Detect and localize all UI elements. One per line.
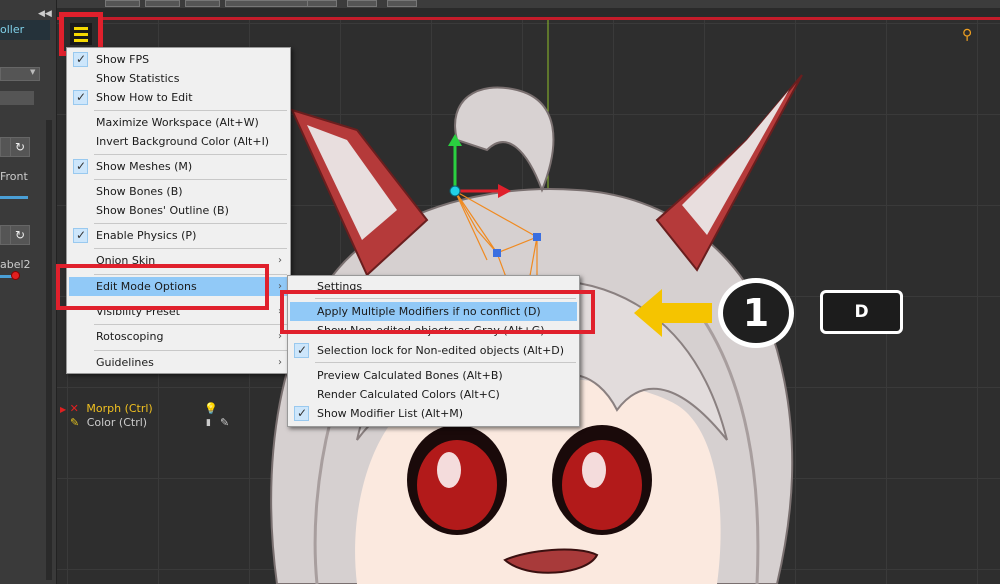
menu-item-label: Enable Physics (P) [96, 229, 197, 242]
checkmark-icon [294, 404, 309, 423]
menu-item-label: Show FPS [96, 53, 150, 66]
menu-separator [94, 324, 287, 325]
toolbar-button[interactable] [387, 0, 417, 7]
menu-item-label: Show Meshes (M) [96, 160, 193, 173]
menu-item-label: Render Calculated Colors (Alt+C) [317, 388, 500, 401]
view-options-menu: Show FPS Show Statistics Show How to Edit M… [66, 47, 291, 374]
menu-item-render-calculated-colors-alt-c[interactable]: Render Calculated Colors (Alt+C) [290, 385, 577, 404]
collapse-panel-button[interactable]: ◀◀ [38, 9, 52, 19]
toolbar-button[interactable] [185, 0, 220, 7]
top-toolbar [57, 0, 1000, 8]
checkmark-icon [73, 50, 88, 69]
menu-item-label: Show Modifier List (Alt+M) [317, 407, 464, 420]
morph-icon: ✕ [69, 402, 79, 415]
menu-item-label: Preview Calculated Bones (Alt+B) [317, 369, 503, 382]
menu-item-enable-physics-p[interactable]: Enable Physics (P) [69, 226, 288, 245]
menu-item-invert-background-color-alt-i[interactable]: Invert Background Color (Alt+I) [69, 132, 288, 151]
menu-item-preview-calculated-bones-alt-b[interactable]: Preview Calculated Bones (Alt+B) [290, 366, 577, 385]
menu-item-show-modifier-list-alt-m[interactable]: Show Modifier List (Alt+M) [290, 404, 577, 423]
bone-tool-icon[interactable]: ⚲ [962, 27, 972, 43]
checkmark-icon [73, 226, 88, 245]
menu-item-label: Maximize Workspace (Alt+W) [96, 116, 259, 129]
menu-separator [94, 154, 287, 155]
menu-item-show-bones-b[interactable]: Show Bones (B) [69, 182, 288, 201]
chevron-right-icon: › [278, 357, 282, 368]
menu-separator [315, 362, 576, 363]
menu-separator [94, 179, 287, 180]
expand-arrow-icon[interactable]: ▶ [60, 405, 66, 414]
menu-separator [94, 110, 287, 111]
reset-icon[interactable]: ↻ [10, 137, 30, 157]
menu-item-rotoscoping[interactable]: Rotoscoping › [69, 327, 288, 346]
highlight-box-apply-modifiers [280, 290, 595, 334]
color-row[interactable]: ✎ Color (Ctrl) ▮ ✎ [60, 416, 229, 430]
menu-item-maximize-workspace-alt-w[interactable]: Maximize Workspace (Alt+W) [69, 113, 288, 132]
menu-item-label: Invert Background Color (Alt+I) [96, 135, 270, 148]
chevron-right-icon: › [278, 255, 282, 266]
morph-label: Morph (Ctrl) [86, 402, 153, 415]
panel-field[interactable] [0, 91, 34, 105]
shortcut-key-badge: D [820, 290, 903, 334]
front-label: Front [0, 170, 28, 183]
checkmark-icon [73, 157, 88, 176]
menu-item-label: Show Bones (B) [96, 185, 183, 198]
menu-item-show-how-to-edit[interactable]: Show How to Edit [69, 88, 288, 107]
reset-icon[interactable]: ↻ [10, 225, 30, 245]
lock-icon[interactable]: ▮ [206, 416, 211, 430]
menu-separator [94, 223, 287, 224]
lightbulb-icon[interactable]: 💡 [204, 402, 218, 416]
brush-icon[interactable]: ✎ [220, 416, 229, 430]
param-slider-1[interactable] [0, 196, 28, 199]
highlight-box-edit-mode [56, 264, 269, 310]
panel-scrollbar[interactable] [46, 120, 52, 580]
checkmark-icon [294, 341, 309, 360]
color-label: Color (Ctrl) [86, 416, 148, 429]
step-number-badge: 1 [718, 278, 794, 348]
menu-item-label: Show Bones' Outline (B) [96, 204, 229, 217]
menu-separator [94, 350, 287, 351]
menu-item-show-fps[interactable]: Show FPS [69, 50, 288, 69]
arrow-left-icon [634, 289, 712, 337]
param-label-2: abel2 [0, 258, 31, 271]
left-panel: ◀◀ oller ▼ ↻ Front ↻ abel2 [0, 0, 57, 584]
menu-item-show-statistics[interactable]: Show Statistics [69, 69, 288, 88]
pencil-icon: ✎ [70, 416, 80, 429]
checkmark-icon [73, 88, 88, 107]
controller-tab[interactable]: oller [0, 20, 50, 40]
timeline-panel: ▶ ✕ Morph (Ctrl) 💡 ✎ Color (Ctrl) ▮ ✎ [60, 400, 240, 430]
menu-item-label: Show How to Edit [96, 91, 193, 104]
menu-item-label: Selection lock for Non-edited objects (A… [317, 344, 565, 357]
menu-item-label: Rotoscoping [96, 330, 164, 343]
hamburger-icon[interactable] [70, 23, 92, 45]
menu-item-selection-lock-for-non-edited-objects-alt-d[interactable]: Selection lock for Non-edited objects (A… [290, 341, 577, 360]
morph-row[interactable]: ▶ ✕ Morph (Ctrl) 💡 [60, 402, 218, 416]
slider-knob[interactable] [11, 271, 20, 280]
menu-item-show-bones-outline-b[interactable]: Show Bones' Outline (B) [69, 201, 288, 220]
toolbar-button[interactable] [105, 0, 140, 7]
toolbar-button[interactable] [145, 0, 180, 7]
toolbar-button[interactable] [307, 0, 337, 7]
menu-item-label: Show Statistics [96, 72, 180, 85]
menu-item-show-meshes-m[interactable]: Show Meshes (M) [69, 157, 288, 176]
menu-separator [94, 248, 287, 249]
chevron-down-icon: ▼ [30, 68, 36, 76]
menu-item-label: Guidelines [96, 356, 154, 369]
menu-item-guidelines[interactable]: Guidelines › [69, 353, 288, 372]
toolbar-button[interactable] [347, 0, 377, 7]
